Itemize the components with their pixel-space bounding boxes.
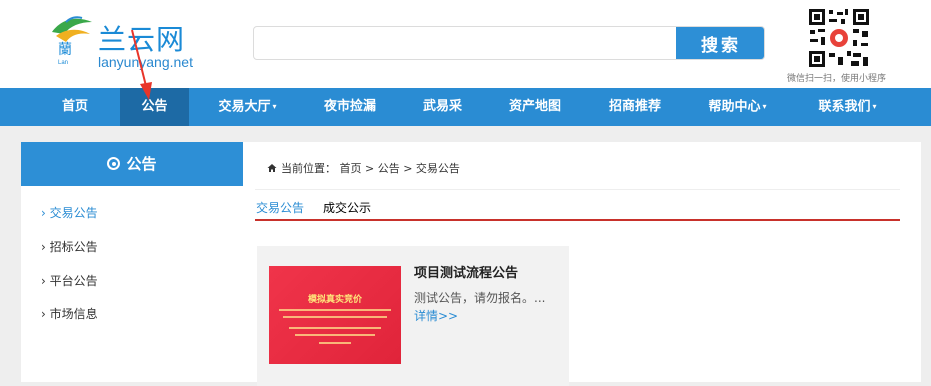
- sidebar-header: 公告: [21, 142, 243, 186]
- thumbnail-text-line: [295, 334, 375, 336]
- nav-item-home[interactable]: 首页: [30, 88, 120, 126]
- search-button[interactable]: 搜索: [676, 27, 764, 59]
- svg-text:Lan: Lan: [58, 60, 68, 66]
- home-icon: [267, 164, 277, 172]
- nav-item-night-market[interactable]: 夜市捡漏: [310, 88, 390, 126]
- divider: [255, 189, 900, 190]
- nav-item-asset-map[interactable]: 资产地图: [495, 88, 575, 126]
- nav-item-investment[interactable]: 招商推荐: [595, 88, 675, 126]
- breadcrumb: 当前位置： 首页 > 公告 > 交易公告: [267, 160, 460, 176]
- chevron-down-icon: ▾: [872, 102, 877, 111]
- sidebar-item-platform-notices[interactable]: › 平台公告: [41, 272, 98, 289]
- nav-label: 武易采: [422, 99, 462, 114]
- sidebar-item-trade-notices[interactable]: › 交易公告: [41, 204, 98, 221]
- thumbnail-text-line: [289, 327, 381, 329]
- nav-label: 首页: [61, 99, 88, 114]
- sidebar-item-tender-notices[interactable]: › 招标公告: [41, 238, 98, 255]
- listing-card[interactable]: 模拟真实竞价 项目测试流程公告 测试公告，请勿报名。... 详情>>: [257, 246, 569, 386]
- main-panel: 当前位置： 首页 > 公告 > 交易公告 交易公告 成交公示 模拟真实竞价 项目…: [243, 142, 921, 386]
- annotation-arrow-icon: [131, 29, 152, 100]
- tab-underline: [255, 219, 900, 221]
- thumbnail-text-line: [283, 316, 387, 318]
- nav-label: 交易大厅: [218, 99, 271, 115]
- nav-item-help-center[interactable]: 帮助中心 ▾: [695, 88, 780, 126]
- listing-thumbnail[interactable]: 模拟真实竞价: [269, 266, 401, 364]
- nav-item-trading-hall[interactable]: 交易大厅 ▾: [205, 88, 290, 126]
- sidebar-item-market-info[interactable]: › 市场信息: [41, 305, 98, 322]
- listing-description: 测试公告，请勿报名。...: [414, 291, 546, 305]
- qr-code-image: [807, 7, 871, 69]
- details-link[interactable]: 详情>>: [414, 307, 458, 324]
- qr-caption: 微信扫一扫，使用小程序: [787, 74, 887, 84]
- search-box: 搜索: [253, 26, 765, 60]
- chevron-down-icon: ▾: [762, 102, 767, 111]
- chevron-down-icon: ▾: [272, 102, 277, 111]
- thumbnail-text-line: [319, 342, 351, 344]
- logo-bird-icon: 蘭 Lan: [52, 16, 92, 66]
- nav-item-contact[interactable]: 联系我们 ▾: [800, 88, 895, 126]
- thumbnail-title: 模拟真实竞价: [307, 295, 362, 305]
- listing-title[interactable]: 项目测试流程公告: [414, 262, 518, 281]
- breadcrumb-text: 当前位置： 首页 > 公告 > 交易公告: [281, 162, 460, 175]
- tab-trade-notices[interactable]: 交易公告: [256, 199, 304, 216]
- nav-item-wuyicai[interactable]: 武易采: [405, 88, 480, 126]
- nav-label: 帮助中心: [708, 99, 761, 115]
- search-input[interactable]: [254, 27, 674, 59]
- nav-label: 资产地图: [508, 99, 561, 114]
- svg-text:蘭: 蘭: [58, 42, 72, 58]
- tab-deal-announcements[interactable]: 成交公示: [323, 199, 371, 216]
- target-icon: [107, 157, 121, 170]
- nav-label: 联系我们: [818, 99, 871, 115]
- nav-label: 招商推荐: [608, 99, 661, 114]
- thumbnail-text-line: [279, 309, 391, 311]
- sidebar: 公告 › 交易公告 › 招标公告 › 平台公告 › 市场信息: [21, 142, 243, 382]
- nav-label: 夜市捡漏: [323, 99, 376, 114]
- sidebar-title: 公告: [126, 155, 157, 173]
